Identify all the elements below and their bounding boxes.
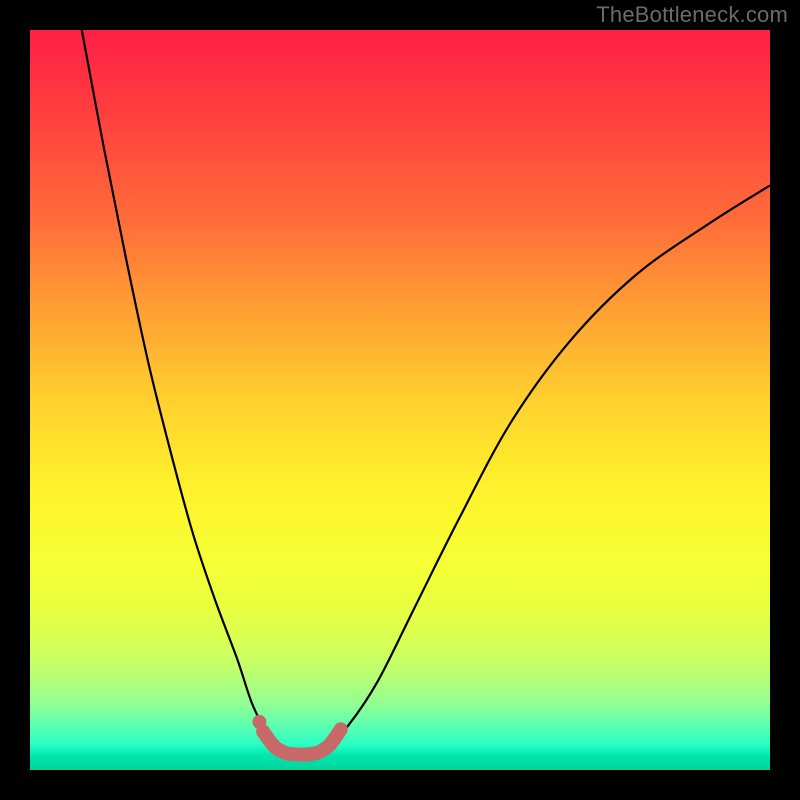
curve-layer	[30, 30, 770, 770]
valley-dot	[252, 715, 266, 729]
valley-highlight-curve	[263, 729, 341, 754]
plot-area	[30, 30, 770, 770]
chart-frame: TheBottleneck.com	[0, 0, 800, 800]
watermark-text: TheBottleneck.com	[596, 2, 788, 28]
left-branch-curve	[82, 30, 278, 748]
right-branch-curve	[326, 185, 770, 747]
